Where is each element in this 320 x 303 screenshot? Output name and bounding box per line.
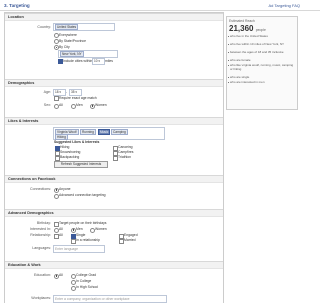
suggested-label: Canoeing [118,145,133,149]
everywhere-label: Everywhere [59,32,77,37]
connections-advanced-label: Advanced connection targeting [59,193,106,197]
rel-engaged-label: Engaged [124,233,138,237]
education-label: Education: [34,273,51,277]
reach-bullet: who live within 10 miles of New York, NY [228,42,294,47]
radius-value: 10 [94,58,98,63]
suggested-label: Hiking [60,145,70,149]
city-token[interactable]: New York, NY [60,50,84,57]
estimated-reach-panel: Estimated Reach 21,360 people who live i… [226,16,298,110]
interest-token[interactable]: Camping [111,128,128,135]
languages-label: Languages: [32,246,51,250]
edu-hs-label: In High School [76,285,99,289]
estimated-reach-number: 21,360 people [229,24,266,33]
edu-grad-label: College Grad [76,273,96,277]
radius-select[interactable]: 10 ▾ [92,57,105,65]
reach-bullet: who are single [228,75,294,80]
connections-anyone-label: Anyone [59,187,71,191]
birthday-label: Birthday: [36,221,51,225]
targeting-panel: Location Country: United States Everywhe… [4,12,224,303]
page-title: 3. Targeting [4,3,30,8]
languages-input[interactable]: Enter language [53,244,105,253]
interest-token[interactable]: Hiking [55,133,68,140]
estimated-reach-value: 21,360 [229,24,254,33]
country-label: Country: [37,25,51,29]
section-advanced-title: Advanced Demographics [8,211,54,215]
city-input[interactable]: New York, NY [58,49,118,58]
interested-women-label: Women [95,227,107,231]
languages-placeholder: Enter language [55,246,78,251]
section-demographics: Demographics [5,79,223,87]
sex-all-label: All [59,103,63,107]
section-location-title: Location [8,15,24,19]
suggested-title: Suggested Likes & Interests [54,140,100,144]
refresh-suggested-button[interactable]: Refresh Suggested Interests [54,161,108,168]
section-demographics-title: Demographics [8,81,35,85]
edu-all-label: All [59,273,63,277]
age-label: Age: [43,90,51,94]
estimated-reach-label: Estimated Reach [229,19,255,23]
exact-age-label: Require exact age match [59,95,97,100]
interested-in-label: Interested In: [30,227,51,231]
include-cities-label: Include cities within [63,58,93,63]
reach-bullet: who live in the United States [228,34,294,39]
country-token[interactable]: United States [55,24,79,31]
workplaces-placeholder: Enter a company, organization or other w… [55,296,130,301]
sex-label: Sex: [43,103,51,107]
interest-token[interactable]: Music [98,128,111,135]
rel-married-label: Married [124,238,136,242]
suggested-label: Backpacking [60,155,80,159]
reach-bullet: who are interested in men [228,80,294,85]
rel-all-label: All [59,233,63,237]
by-state-label: By State/Province [59,38,86,43]
age-min-select[interactable]: 18 ▾ [53,88,66,96]
section-likes: Likes & Interests [5,117,223,125]
suggested-label: Snowshoeing [60,150,81,154]
section-education: Education & Work [5,261,223,269]
connections-label: Connections: [30,187,51,191]
section-connections-title: Connections on Facebook [8,177,56,181]
suggested-label: Campfires [118,150,134,154]
reach-bullet: between the ages of 18 and 35 inclusive [228,50,294,55]
interested-all-label: All [59,227,63,231]
section-location: Location [5,13,223,21]
interest-token[interactable]: Running [80,128,96,135]
country-input[interactable]: United States [53,23,115,31]
relationship-label: Relationship: [30,233,51,237]
age-separator: - [66,89,68,94]
section-connections: Connections on Facebook [5,175,223,183]
workplaces-label: Workplaces: [31,296,51,300]
edu-college-label: In College [76,279,92,283]
workplaces-input[interactable]: Enter a company, organization or other w… [53,294,167,303]
age-min-value: 18 [55,89,59,94]
birthday-option: Target people on their birthdays [59,221,107,225]
ad-targeting-faq-link[interactable]: Ad Targeting FAQ [269,3,301,8]
age-max-select[interactable]: 35 ▾ [69,88,82,96]
section-advanced: Advanced Demographics [5,209,223,217]
sex-women-label: Women [95,103,107,107]
rel-relationship-label: In a relationship [76,238,100,242]
section-likes-title: Likes & Interests [8,119,39,123]
interested-men-label: Men [76,227,83,231]
interests-input[interactable]: Virginia Woolf Running Music Camping Hik… [53,127,165,140]
rel-single-label: Single [76,233,86,237]
section-education-title: Education & Work [8,263,41,267]
age-max-value: 35 [71,89,75,94]
estimated-reach-unit: people [255,28,266,32]
by-city-label: By City [59,44,70,49]
sex-men-label: Men [76,103,83,107]
reach-bullet: who like virginia woolf, running, music,… [228,63,294,71]
suggested-label: Triathlon [118,155,132,159]
radius-unit: miles [105,58,113,63]
